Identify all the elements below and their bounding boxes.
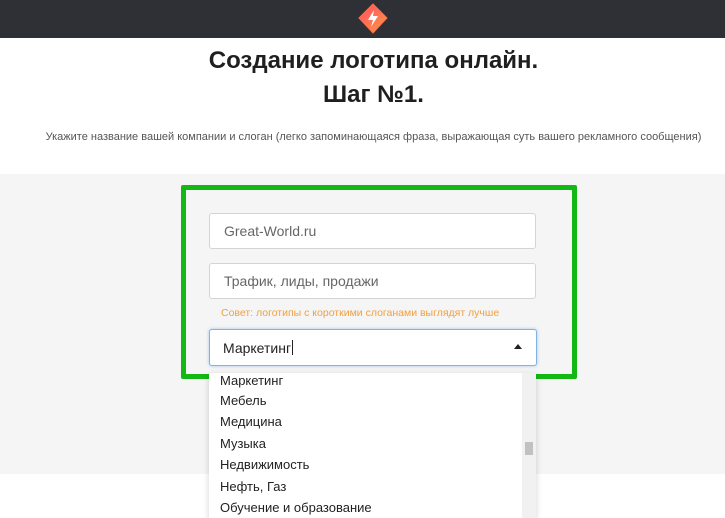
dropdown-scrollbar[interactable]: [522, 373, 536, 518]
dropdown-option[interactable]: Музыка: [220, 433, 266, 454]
dropdown-option[interactable]: Нефть, Газ: [220, 476, 286, 497]
page-title-line-1: Создание логотипа онлайн.: [208, 47, 539, 74]
slogan-input[interactable]: [209, 263, 536, 299]
dropdown-scrollbar-thumb[interactable]: [525, 442, 533, 455]
company-name-input[interactable]: [209, 213, 536, 249]
page-title: Создание логотипа онлайн. Шаг №1.: [0, 44, 725, 112]
text-cursor: [292, 340, 294, 355]
logo-icon[interactable]: [354, 1, 392, 37]
page: Создание логотипа онлайн. Шаг №1. Укажит…: [0, 0, 725, 518]
dropdown-option[interactable]: Медицина: [220, 411, 282, 432]
top-bar: [0, 0, 725, 38]
industry-select-value[interactable]: Маркетинг: [223, 340, 294, 356]
industry-select[interactable]: Маркетинг: [209, 329, 537, 366]
page-subtitle: Укажите название вашей компании и слоган…: [45, 131, 702, 143]
dropdown-option[interactable]: Обучение и образование: [220, 497, 372, 518]
industry-dropdown-list[interactable]: Маркетинг Мебель Медицина Музыка Недвижи…: [209, 373, 536, 518]
dropdown-option[interactable]: Мебель: [220, 390, 267, 411]
slogan-hint: Совет: логотипы с короткими слоганами вы…: [221, 307, 500, 319]
page-title-line-2: Шаг №1.: [323, 81, 424, 108]
dropdown-option[interactable]: Недвижимость: [220, 454, 309, 475]
chevron-up-icon[interactable]: [514, 344, 522, 349]
dropdown-option[interactable]: Маркетинг: [220, 373, 283, 391]
industry-select-text: Маркетинг: [223, 340, 292, 356]
